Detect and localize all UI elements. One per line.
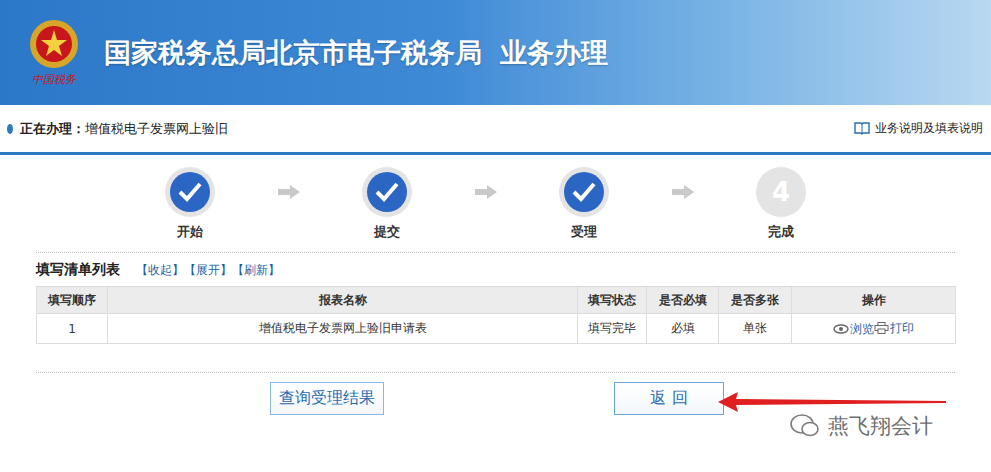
check-icon: [375, 182, 399, 202]
arrow-icon: [278, 185, 300, 199]
marker-icon: [6, 124, 14, 134]
arrow-icon: [672, 185, 694, 199]
action-button[interactable]: 查询受理结果: [270, 382, 384, 415]
table-header: 填写状态: [578, 287, 647, 314]
header: 中国税务 国家税务总局北京市电子税务局业务办理: [0, 0, 991, 105]
footer-buttons: 查询受理结果 返 回: [36, 372, 955, 415]
step-arrow: [614, 167, 751, 217]
breadcrumb-label: 正在办理：: [20, 121, 85, 136]
step-label: 受理: [571, 223, 597, 241]
table-header: 报表名称: [108, 287, 578, 314]
table-header: 填写顺序: [37, 287, 108, 314]
table-row: 1增值税电子发票网上验旧申请表填写完毕必填单张浏览打印: [37, 314, 956, 344]
action-button[interactable]: 返 回: [614, 382, 724, 415]
breadcrumb-value: 增值税电子发票网上验旧: [85, 121, 228, 136]
list-link[interactable]: 【展开】: [184, 263, 232, 277]
list-title: 填写清单列表: [36, 261, 120, 279]
steps: 开始 提交 受理 4完成: [0, 155, 991, 252]
step: 4完成: [751, 167, 811, 241]
breadcrumb: 正在办理：增值税电子发票网上验旧 业务说明及填表说明: [0, 105, 991, 155]
step-label: 完成: [768, 223, 794, 241]
view-action[interactable]: 浏览: [833, 321, 874, 338]
arrow-icon: [475, 185, 497, 199]
header-title: 国家税务总局北京市电子税务局业务办理: [104, 35, 608, 71]
step: 开始: [160, 167, 220, 241]
help-link[interactable]: 业务说明及填表说明: [854, 120, 983, 137]
list-link[interactable]: 【收起】: [136, 263, 184, 277]
check-icon: [572, 182, 596, 202]
page: 中国税务 国家税务总局北京市电子税务局业务办理正在办理：增值税电子发票网上验旧 业务…: [0, 0, 991, 472]
step-arrow: [220, 167, 357, 217]
form-table: 填写顺序报表名称填写状态是否必填是否多张操作1增值税电子发票网上验旧申请表填写完…: [36, 286, 956, 344]
logo-text: 中国税务: [32, 72, 76, 87]
check-icon: [178, 182, 202, 202]
table-header: 是否多张: [719, 287, 792, 314]
step: 受理: [554, 167, 614, 241]
step-arrow: [417, 167, 554, 217]
print-action[interactable]: 打印: [874, 320, 914, 337]
step: 提交: [357, 167, 417, 241]
list-section: 填写清单列表 【收起】【展开】【刷新】填写顺序报表名称填写状态是否必填是否多张操作…: [36, 252, 955, 344]
eye-icon: [833, 324, 849, 334]
red-arrow-icon: [718, 390, 948, 414]
list-link[interactable]: 【刷新】: [232, 263, 280, 277]
step-label: 提交: [374, 223, 400, 241]
watermark: 燕飞翔会计: [790, 412, 933, 440]
step-label: 开始: [177, 223, 203, 241]
emblem-icon: [28, 18, 80, 70]
logo: 中国税务: [22, 18, 86, 87]
book-icon: [854, 122, 870, 135]
table-header: 操作: [792, 287, 956, 314]
printer-icon: [874, 322, 889, 334]
table-header: 是否必填: [647, 287, 719, 314]
wechat-icon: [790, 413, 820, 439]
